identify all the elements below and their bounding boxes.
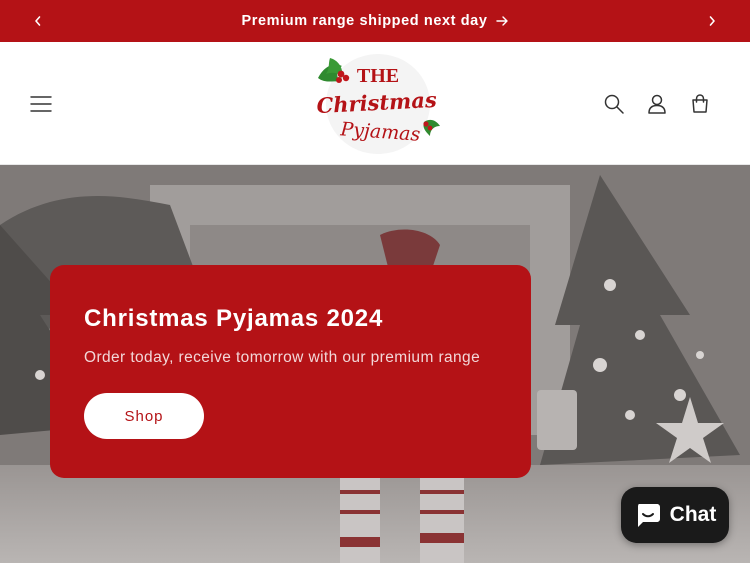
cart-button[interactable] [682,86,718,122]
arrow-right-icon [495,16,508,26]
menu-button[interactable] [23,86,59,122]
announcement-next-button[interactable] [691,0,733,42]
logo-text-the: THE [357,65,399,87]
chevron-left-icon [35,16,41,26]
hero-title: Christmas Pyjamas 2024 [84,305,384,332]
chat-bubble-icon [637,504,660,527]
announcement-prev-button[interactable] [17,0,59,42]
account-icon [648,94,666,114]
hero-promo-card: Christmas Pyjamas 2024 Order today, rece… [50,265,531,478]
chevron-right-icon [709,16,715,26]
search-button[interactable] [596,86,632,122]
menu-icon [30,96,52,112]
shop-button[interactable]: Shop [84,393,204,439]
site-header: THE Christmas Pyjamas [0,42,750,165]
announcement-bar: Premium range shipped next day [0,0,750,42]
search-icon [604,94,624,114]
chat-button[interactable]: Chat [621,487,729,543]
chat-label: Chat [669,503,717,526]
announcement-link[interactable]: Premium range shipped next day [241,13,508,29]
logo-link[interactable]: THE Christmas Pyjamas [308,52,442,156]
account-button[interactable] [639,86,675,122]
holly-small-icon [423,119,440,136]
hero-subtitle: Order today, receive tomorrow with our p… [84,349,481,366]
cart-icon [692,94,708,113]
logo-image: THE Christmas Pyjamas [316,54,440,154]
announcement-message: Premium range shipped next day [241,13,488,29]
